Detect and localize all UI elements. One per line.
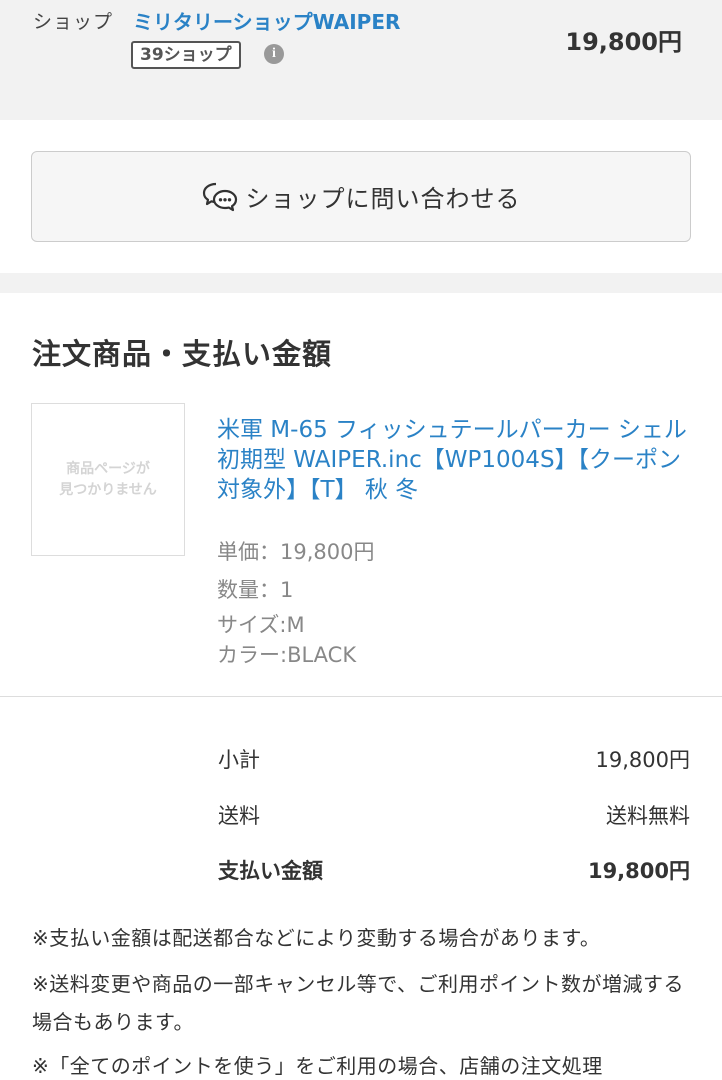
subtotal-value: 19,800円 — [595, 748, 690, 772]
product-name-link[interactable]: 米軍 M-65 フィッシュテールパーカー シェル 初期型 WAIPER.inc【… — [217, 415, 687, 505]
shipping-label: 送料 — [218, 804, 260, 828]
total-value: 19,800円 — [587, 859, 690, 883]
shop-name-link[interactable]: ミリタリーショップWAIPER — [133, 6, 400, 35]
order-section: 注文商品・支払い金額 商品ページが 見つかりません 米軍 M-65 フィッシュテ… — [0, 293, 722, 1080]
total-label: 支払い金額 — [218, 859, 323, 883]
contact-section: ショップに問い合わせる — [0, 120, 722, 273]
quantity: 数量：1 — [217, 578, 294, 602]
info-icon[interactable]: i — [264, 44, 284, 64]
shop-count-badge: 39ショップ — [131, 41, 241, 69]
shipping-value: 送料無料 — [606, 804, 690, 828]
shop-label: ショップ — [33, 11, 114, 33]
shop-section: ショップ ミリタリーショップWAIPER 39ショップ i 19,800円 — [0, 0, 722, 120]
contact-shop-button[interactable]: ショップに問い合わせる — [31, 151, 691, 242]
contact-shop-label: ショップに問い合わせる — [245, 185, 521, 213]
chat-bubbles-icon — [202, 182, 237, 211]
subtotal-label: 小計 — [218, 748, 260, 772]
thumbnail-placeholder-text: 商品ページが 見つかりません — [59, 460, 157, 498]
shop-price: 19,800円 — [565, 28, 682, 56]
color: カラー:BLACK — [217, 643, 357, 667]
section-title: 注文商品・支払い金額 — [32, 337, 333, 371]
unit-price: 単価：19,800円 — [217, 540, 375, 564]
note-price-change: ※支払い金額は配送都合などにより変動する場合があります。 — [32, 926, 601, 950]
size: サイズ:M — [217, 613, 305, 637]
note-all-points: ※「全てのポイントを使う」をご利用の場合、店舗の注文処理 — [32, 1054, 603, 1078]
product-thumbnail[interactable]: 商品ページが 見つかりません — [31, 403, 185, 556]
note-points-change: ※送料変更や商品の一部キャンセル等で、ご利用ポイント数が増減する場合もあります。 — [32, 972, 684, 1034]
divider — [0, 696, 722, 697]
